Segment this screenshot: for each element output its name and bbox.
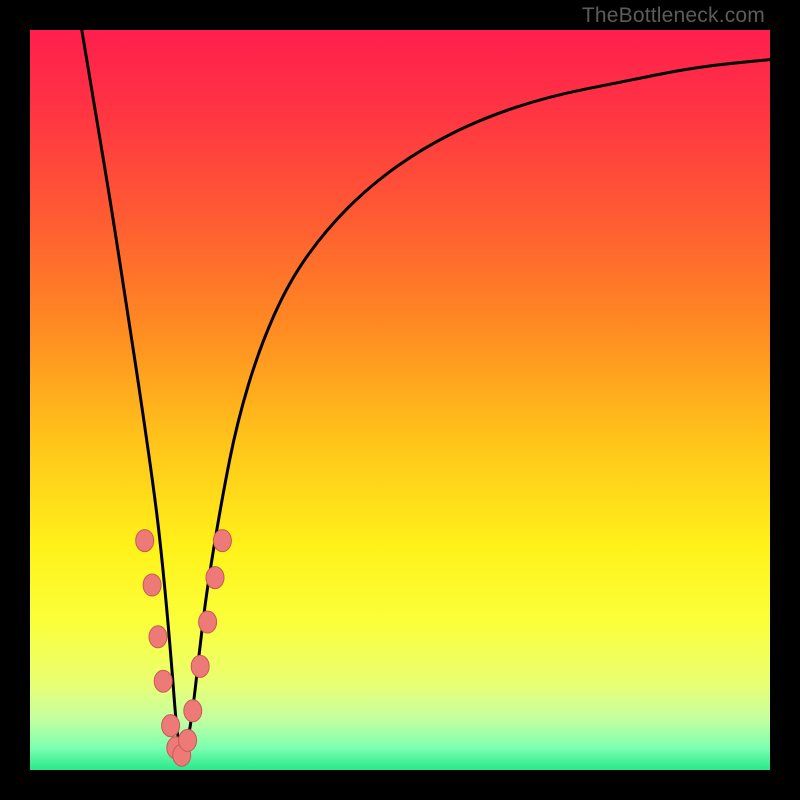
bottleneck-curve <box>82 30 770 752</box>
plot-area <box>30 30 770 770</box>
attribution-text: TheBottleneck.com <box>582 4 765 28</box>
data-marker <box>179 729 197 751</box>
data-marker <box>149 626 167 648</box>
data-marker <box>154 670 172 692</box>
data-marker <box>136 530 154 552</box>
data-marker <box>206 567 224 589</box>
marker-group <box>136 530 232 767</box>
data-marker <box>184 700 202 722</box>
data-marker <box>191 655 209 677</box>
chart-svg <box>30 30 770 770</box>
data-marker <box>199 611 217 633</box>
data-marker <box>143 574 161 596</box>
outer-frame: TheBottleneck.com <box>0 0 800 800</box>
data-marker <box>162 715 180 737</box>
data-marker <box>213 530 231 552</box>
